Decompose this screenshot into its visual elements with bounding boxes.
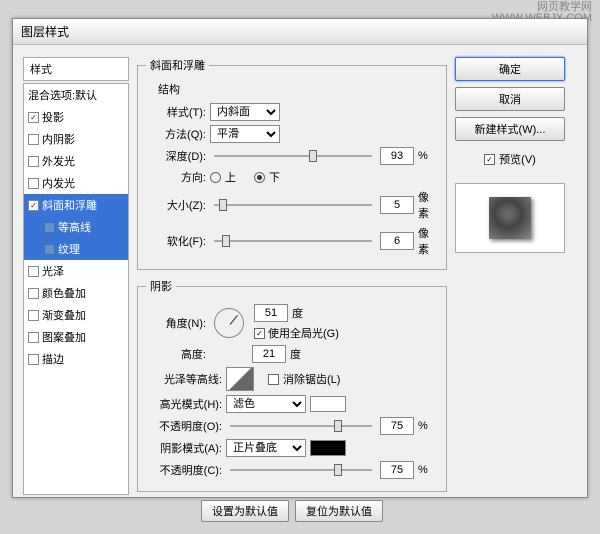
shadow-mode-label: 阴影模式(A): [146,440,222,456]
right-panel: 确定 取消 新建样式(W)... ✓ 预览(V) [455,57,565,522]
sidebar-item-innershadow[interactable]: 内阴影 [24,128,128,150]
altitude-label: 高度: [146,346,206,362]
angle-input[interactable] [254,304,288,322]
technique-select[interactable]: 平滑 [210,125,280,143]
new-style-button[interactable]: 新建样式(W)... [455,117,565,141]
highlight-mode-select[interactable]: 滤色 [226,395,306,413]
depth-unit: % [418,150,438,162]
shadow-mode-select[interactable]: 正片叠底 [226,439,306,457]
altitude-unit: 度 [290,346,301,362]
angle-dial[interactable] [214,308,244,338]
global-light-checkbox[interactable]: ✓ [254,328,265,339]
technique-label: 方法(Q): [146,126,206,142]
structure-legend: 结构 [158,81,438,97]
layer-style-dialog: 图层样式 样式 混合选项:默认 ✓投影 内阴影 外发光 内发光 ✓斜面和浮雕 等… [12,18,588,498]
highlight-opacity-input[interactable] [380,417,414,435]
size-label: 大小(Z): [146,197,206,213]
preview-box [455,183,565,253]
sidebar-item-blending[interactable]: 混合选项:默认 [24,84,128,106]
sidebar-item-satin[interactable]: 光泽 [24,260,128,282]
shadow-opacity-input[interactable] [380,461,414,479]
gloss-contour[interactable] [226,367,254,391]
sidebar-item-gradientoverlay[interactable]: 渐变叠加 [24,304,128,326]
settings-panel: 斜面和浮雕 结构 样式(T): 内斜面 方法(Q): 平滑 深度(D): % [137,57,447,522]
shadow-color-swatch[interactable] [310,440,346,456]
soften-input[interactable] [380,232,414,250]
sidebar-item-outerglow[interactable]: 外发光 [24,150,128,172]
sidebar-item-texture[interactable]: 纹理 [24,238,128,260]
soften-slider[interactable] [214,234,372,248]
size-slider[interactable] [214,198,372,212]
styles-list: 混合选项:默认 ✓投影 内阴影 外发光 内发光 ✓斜面和浮雕 等高线 纹理 光泽… [23,83,129,495]
highlight-mode-label: 高光模式(H): [146,396,222,412]
soften-unit: 像素 [418,225,438,257]
angle-label: 角度(N): [146,315,206,331]
sidebar-item-bevel[interactable]: ✓斜面和浮雕 [24,194,128,216]
angle-unit: 度 [292,305,303,321]
sidebar-item-contour[interactable]: 等高线 [24,216,128,238]
dialog-title: 图层样式 [13,19,587,45]
preview-swatch [489,197,531,239]
highlight-color-swatch[interactable] [310,396,346,412]
depth-input[interactable] [380,147,414,165]
shadow-opacity-slider[interactable] [230,463,372,477]
reset-default-button[interactable]: 复位为默认值 [295,500,383,522]
highlight-opacity-label: 不透明度(O): [146,418,222,434]
soften-label: 软化(F): [146,233,206,249]
styles-sidebar: 样式 混合选项:默认 ✓投影 内阴影 外发光 内发光 ✓斜面和浮雕 等高线 纹理… [23,57,129,522]
preview-label: 预览(V) [499,151,536,167]
sidebar-item-stroke[interactable]: 描边 [24,348,128,370]
make-default-button[interactable]: 设置为默认值 [201,500,289,522]
antialias-checkbox[interactable] [268,374,279,385]
styles-header: 样式 [23,57,129,81]
gloss-label: 光泽等高线: [146,371,222,387]
highlight-opacity-slider[interactable] [230,419,372,433]
shading-fieldset: 阴影 角度(N): 度 ✓ 使用全局光(G) [137,278,447,492]
direction-label: 方向: [146,169,206,185]
global-light-label: 使用全局光(G) [268,325,339,341]
bevel-fieldset: 斜面和浮雕 结构 样式(T): 内斜面 方法(Q): 平滑 深度(D): % [137,57,447,270]
style-select[interactable]: 内斜面 [210,103,280,121]
shadow-opacity-label: 不透明度(C): [146,462,222,478]
altitude-input[interactable] [252,345,286,363]
depth-label: 深度(D): [146,148,206,164]
sidebar-item-innerglow[interactable]: 内发光 [24,172,128,194]
size-unit: 像素 [418,189,438,221]
size-input[interactable] [380,196,414,214]
sidebar-item-patternoverlay[interactable]: 图案叠加 [24,326,128,348]
cancel-button[interactable]: 取消 [455,87,565,111]
ok-button[interactable]: 确定 [455,57,565,81]
sidebar-item-dropshadow[interactable]: ✓投影 [24,106,128,128]
preview-checkbox[interactable]: ✓ [484,154,495,165]
bevel-legend: 斜面和浮雕 [146,57,209,73]
shading-legend: 阴影 [146,278,176,294]
depth-slider[interactable] [214,149,372,163]
direction-down-radio[interactable] [254,172,265,183]
sidebar-item-coloroverlay[interactable]: 颜色叠加 [24,282,128,304]
antialias-label: 消除锯齿(L) [283,371,340,387]
style-label: 样式(T): [146,104,206,120]
direction-up-radio[interactable] [210,172,221,183]
